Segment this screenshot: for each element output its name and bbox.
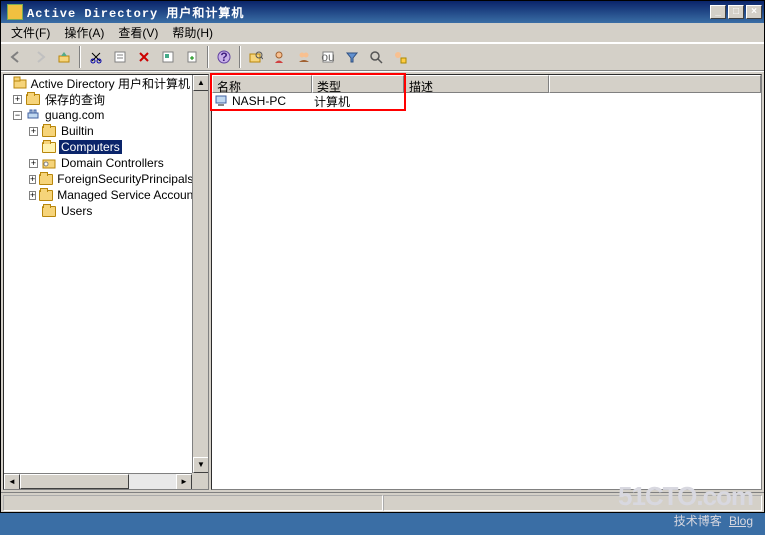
expand-fsp[interactable]: + bbox=[29, 175, 36, 184]
new-ou-icon[interactable]: ou bbox=[317, 46, 339, 68]
tree-hscrollbar[interactable]: ◄► bbox=[4, 473, 192, 489]
col-name[interactable]: 名称 bbox=[212, 75, 312, 93]
folder-open-icon bbox=[41, 140, 57, 154]
filter-icon[interactable] bbox=[341, 46, 363, 68]
find-icon[interactable] bbox=[245, 46, 267, 68]
refresh-icon[interactable] bbox=[157, 46, 179, 68]
col-type[interactable]: 类型 bbox=[312, 75, 404, 93]
app-window: Active Directory 用户和计算机 _ □ × 文件(F) 操作(A… bbox=[0, 0, 765, 513]
up-button[interactable] bbox=[53, 46, 75, 68]
domain-icon bbox=[25, 108, 41, 122]
tree-users[interactable]: Users bbox=[59, 204, 94, 218]
close-button[interactable]: × bbox=[746, 5, 762, 19]
column-headers: 名称 类型 描述 bbox=[212, 75, 761, 93]
ou-icon bbox=[41, 156, 57, 170]
tree-msa[interactable]: Managed Service Accounts bbox=[55, 188, 192, 202]
tree-fsp[interactable]: ForeignSecurityPrincipals bbox=[55, 172, 192, 186]
cut-icon[interactable] bbox=[85, 46, 107, 68]
expand-saved[interactable]: + bbox=[13, 95, 22, 104]
tree-domain[interactable]: guang.com bbox=[43, 108, 106, 122]
list-pane[interactable]: 名称 类型 描述 NASH-PC 计算机 bbox=[211, 74, 762, 490]
status-cell-1 bbox=[3, 495, 383, 511]
folder-icon bbox=[39, 172, 53, 186]
tree-dc[interactable]: Domain Controllers bbox=[59, 156, 166, 170]
new-user-icon[interactable] bbox=[269, 46, 291, 68]
col-desc[interactable]: 描述 bbox=[404, 75, 549, 93]
help-icon[interactable]: ? bbox=[213, 46, 235, 68]
tree-builtin[interactable]: Builtin bbox=[59, 124, 96, 138]
new-group-icon[interactable] bbox=[293, 46, 315, 68]
titlebar[interactable]: Active Directory 用户和计算机 _ □ × bbox=[1, 1, 764, 23]
menu-help[interactable]: 帮助(H) bbox=[166, 22, 219, 43]
delete-icon[interactable] bbox=[133, 46, 155, 68]
expand-dc[interactable]: + bbox=[29, 159, 38, 168]
computer-icon bbox=[214, 94, 230, 108]
tree-computers[interactable]: Computers bbox=[59, 140, 122, 154]
app-icon bbox=[7, 4, 23, 20]
tree-saved-queries[interactable]: 保存的查询 bbox=[43, 91, 107, 108]
client-area: Active Directory 用户和计算机 + 保存的查询 − guang.co… bbox=[1, 71, 764, 492]
minimize-button[interactable]: _ bbox=[710, 5, 726, 19]
folder-icon bbox=[41, 204, 57, 218]
tree-pane[interactable]: Active Directory 用户和计算机 + 保存的查询 − guang.co… bbox=[3, 74, 209, 490]
folder-icon bbox=[25, 92, 41, 106]
svg-text:?: ? bbox=[220, 50, 227, 64]
menu-file[interactable]: 文件(F) bbox=[5, 22, 56, 43]
menubar: 文件(F) 操作(A) 查看(V) 帮助(H) bbox=[1, 23, 764, 43]
window-title: Active Directory 用户和计算机 bbox=[27, 4, 708, 21]
expand-msa[interactable]: + bbox=[29, 191, 36, 200]
menu-view[interactable]: 查看(V) bbox=[112, 22, 164, 43]
cell-name: NASH-PC bbox=[232, 94, 314, 108]
cell-type: 计算机 bbox=[314, 93, 406, 110]
tree-vscrollbar[interactable]: ▲▼ bbox=[192, 75, 208, 473]
collapse-domain[interactable]: − bbox=[13, 111, 22, 120]
tree-root[interactable]: Active Directory 用户和计算机 bbox=[29, 75, 192, 92]
search-icon[interactable] bbox=[365, 46, 387, 68]
forward-button[interactable] bbox=[29, 46, 51, 68]
expand-builtin[interactable]: + bbox=[29, 127, 38, 136]
list-row[interactable]: NASH-PC 计算机 bbox=[212, 93, 761, 109]
svg-text:ou: ou bbox=[321, 50, 334, 64]
properties-icon[interactable] bbox=[109, 46, 131, 68]
statusbar bbox=[1, 492, 764, 512]
folder-icon bbox=[39, 188, 53, 202]
menu-action[interactable]: 操作(A) bbox=[58, 22, 110, 43]
maximize-button[interactable]: □ bbox=[728, 5, 744, 19]
folder-icon bbox=[41, 124, 57, 138]
add-icon[interactable] bbox=[389, 46, 411, 68]
mmc-root-icon bbox=[13, 76, 27, 90]
toolbar: ? ou bbox=[1, 43, 764, 71]
col-filler bbox=[549, 75, 761, 93]
back-button[interactable] bbox=[5, 46, 27, 68]
export-icon[interactable] bbox=[181, 46, 203, 68]
status-cell-2 bbox=[383, 495, 763, 511]
